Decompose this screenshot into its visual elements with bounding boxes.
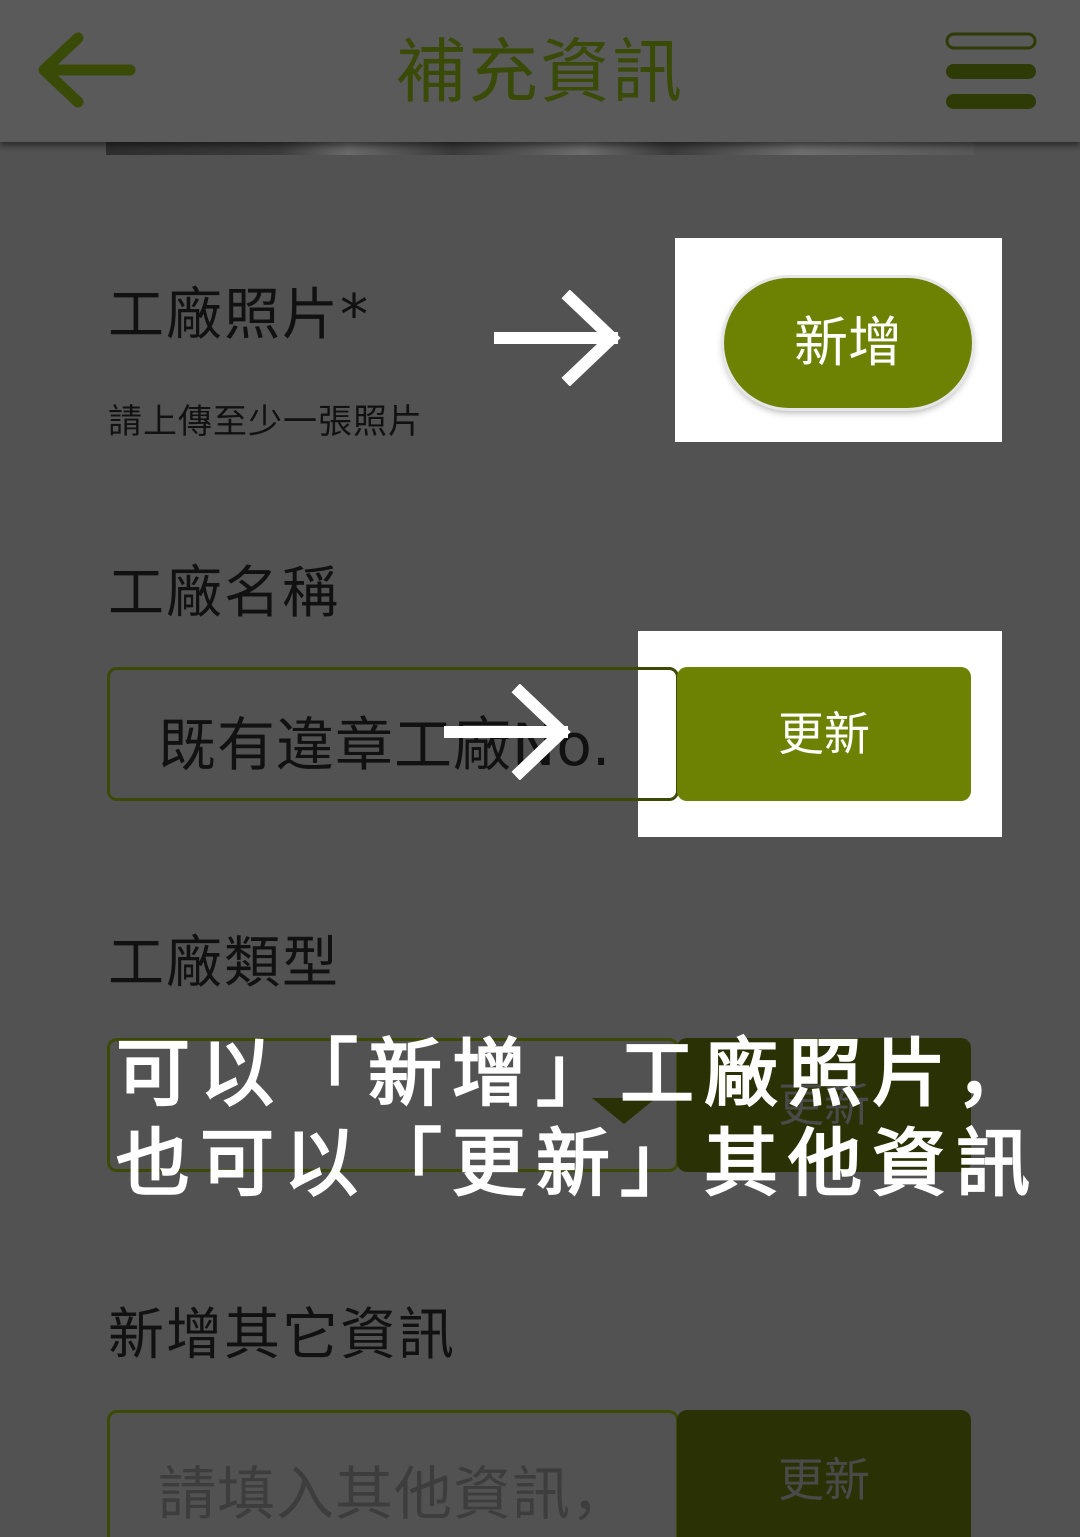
annotation-line-1: 可以「新增」工廠照片， <box>116 1031 1040 1117</box>
app-header: 補充資訊 <box>0 0 1080 142</box>
arrow-right-icon <box>494 290 621 386</box>
annotation-line-2: 也可以「更新」其他資訊 <box>116 1121 1040 1207</box>
other-info-placeholder: 請填入其他資訊， <box>158 1460 631 1528</box>
factory-photo-label: 工廠照片* <box>108 283 370 348</box>
other-info-input[interactable]: 請填入其他資訊， <box>107 1410 679 1537</box>
update-other-button[interactable]: 更新 <box>677 1410 971 1537</box>
other-info-label: 新增其它資訊 <box>108 1303 456 1368</box>
add-photo-button[interactable]: 新增 <box>724 278 972 408</box>
factory-name-label: 工廠名稱 <box>108 561 340 626</box>
photo-banner-strip <box>106 142 974 155</box>
arrow-right-icon <box>444 684 571 780</box>
factory-type-label: 工廠類型 <box>108 931 340 996</box>
photo-hint: 請上傳至少一張照片 <box>108 402 423 442</box>
menu-button[interactable] <box>942 30 1042 114</box>
page-title: 補充資訊 <box>396 31 684 113</box>
factory-name-input[interactable]: 既有違章工廠No. <box>107 667 679 801</box>
hamburger-menu-icon <box>945 32 1037 109</box>
update-name-button[interactable]: 更新 <box>677 667 971 801</box>
